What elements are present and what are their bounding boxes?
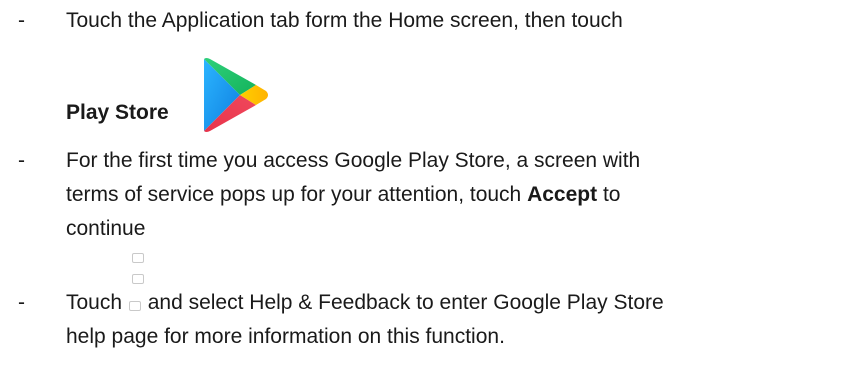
bullet-3: - <box>18 291 25 314</box>
item2-line2-post: to <box>597 183 621 206</box>
item3-post: and select Help & Feedback to enter Goog… <box>141 291 664 314</box>
bullet-2: - <box>18 149 25 172</box>
item2-line1: For the first time you access Google Pla… <box>66 149 641 172</box>
item1-text: Touch the Application tab form the Home … <box>66 9 623 32</box>
item3-pre: Touch <box>66 291 128 314</box>
menu-dots-icon-top <box>132 253 144 263</box>
menu-dots-icon <box>128 301 141 311</box>
item1-play-store-label: Play Store <box>66 101 169 124</box>
item2-line2-pre: terms of service pops up for your attent… <box>66 183 528 206</box>
menu-dots-icon-middle <box>132 274 144 284</box>
item2-line3: continue <box>66 217 146 240</box>
google-play-store-icon <box>204 58 268 132</box>
item3-line2: help page for more information on this f… <box>66 325 505 348</box>
accept-label: Accept <box>527 183 598 206</box>
item2-line2: terms of service pops up for your attent… <box>66 178 620 212</box>
bullet-1: - <box>18 9 25 32</box>
item3-line1: Touch and select Help & Feedback to ente… <box>66 286 664 320</box>
